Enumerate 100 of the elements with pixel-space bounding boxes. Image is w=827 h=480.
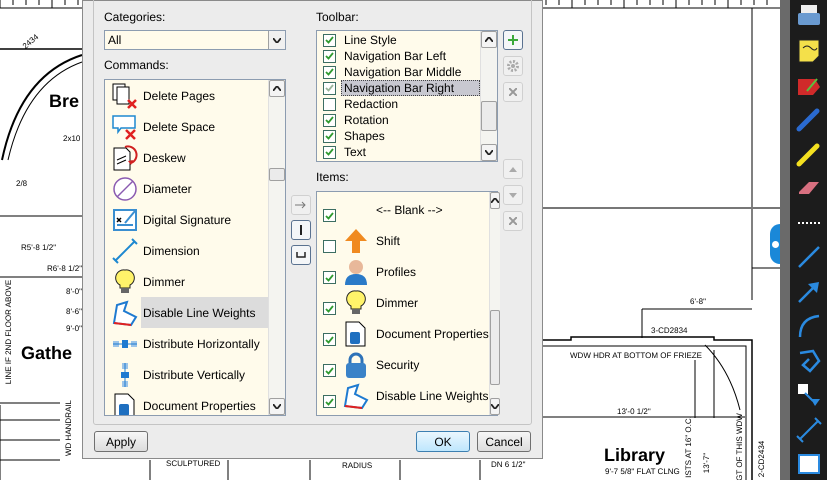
checkbox[interactable] [323,209,336,222]
toolbar-item[interactable]: Navigation Bar Right [341,80,480,96]
plan-annotation: DN 6 1/2" [491,461,526,469]
command-item[interactable]: Digital Signature [141,204,268,235]
command-item[interactable]: Document Properties [141,390,268,415]
toolbar-item[interactable]: Line Style [341,32,480,48]
scroll-thumb[interactable] [269,168,285,181]
plus-icon [508,35,518,45]
panel-handle[interactable] [770,224,780,264]
plan-annotation: 9'-0" [66,325,82,333]
checkbox[interactable] [323,364,336,377]
item-label[interactable]: Shift [376,232,400,250]
separator-button[interactable] [291,220,311,240]
diameter-icon [111,174,139,202]
plan-annotation: 8'-0" [66,288,82,296]
checkbox[interactable] [323,302,336,315]
caret-down-icon [273,38,281,42]
categories-label: Categories: [104,10,166,24]
scroll-up-button[interactable] [490,192,500,209]
toolbar-item[interactable]: Rotation [341,112,480,128]
item-label[interactable]: Dimmer [376,294,418,312]
space-icon [296,252,306,258]
command-item[interactable]: Disable Line Weights [141,297,268,328]
apply-button[interactable]: Apply [94,431,148,452]
plan-annotation: R6'-8 1/2" [47,265,82,273]
polygon-icon [111,298,139,326]
toolbar-item[interactable]: Navigation Bar Middle [341,64,480,80]
command-item[interactable]: Diameter [141,173,268,204]
checkbox[interactable] [323,146,336,158]
dimension-icon[interactable] [794,415,822,444]
item-label[interactable]: Security [376,356,420,374]
plan-annotation: 8'-6" [66,308,82,316]
dropdown-button[interactable] [268,31,285,49]
command-item[interactable]: Dimmer [141,266,268,297]
scroll-up-button[interactable] [481,31,497,48]
plan-annotation: R5'-8 1/2" [21,244,56,252]
checkbox[interactable] [323,66,336,78]
scroll-thumb[interactable] [490,310,500,385]
item-label[interactable]: Document Properties [376,324,489,342]
command-item[interactable]: Distribute Horizontally [141,328,268,359]
space-button[interactable] [291,245,311,265]
plan-annotation: SCULPTURED [166,460,220,468]
command-item[interactable]: Dimension [141,235,268,266]
toolbar-item[interactable]: Shapes [341,128,480,144]
item-label[interactable]: <-- Blank --> [376,200,443,218]
person-icon [342,258,370,286]
caret-down-icon [485,150,493,155]
checkbox[interactable] [323,34,336,46]
commands-label: Commands: [104,58,170,72]
command-item[interactable]: Distribute Vertically [141,359,268,390]
plan-annotation: LINE IF 2ND FLOOR ABOVE [5,280,14,384]
checkbox[interactable] [323,114,336,126]
checkbox[interactable] [323,98,336,110]
checkbox[interactable] [323,82,336,94]
distribute-horizontal-icon [113,340,137,348]
ok-button[interactable]: OK [416,431,470,452]
scroll-up-button[interactable] [269,80,285,97]
dimension-icon [111,236,139,264]
plan-annotation: 2-CD2434 [758,440,766,478]
distribute-vertical-icon [121,362,129,386]
checkbox[interactable] [323,240,336,253]
scroll-down-button[interactable] [269,398,285,415]
plan-annotation: 2x10 [63,135,80,143]
command-item[interactable]: Delete Pages [141,80,268,111]
plan-annotation: GT OF THIS WDW [736,413,744,480]
cancel-button[interactable]: Cancel [477,431,531,452]
toolbar-item[interactable]: Navigation Bar Left [341,48,480,64]
check-icon [325,398,334,406]
add-command-button[interactable] [291,195,311,215]
space-delete-icon [111,112,139,140]
gear-icon [506,59,520,73]
toolbar-item[interactable]: Redaction [341,96,480,112]
triangle-up-icon [509,166,517,172]
command-item[interactable]: Deskew [141,142,268,173]
checkbox[interactable] [323,395,336,408]
check-icon [325,212,334,220]
checkbox[interactable] [323,333,336,346]
item-label[interactable]: Profiles [376,262,416,280]
plan-annotation: 2/8 [16,180,28,188]
caret-down-icon [273,404,281,409]
check-icon [325,336,334,344]
category-dropdown[interactable]: All [104,30,286,50]
scrollbar[interactable] [268,80,285,415]
plan-annotation: 13'-7" [703,452,712,474]
item-label[interactable]: Disable Line Weights [376,386,489,404]
scrollbar[interactable] [488,192,500,415]
triangle-down-icon [509,192,517,198]
checkbox[interactable] [323,130,336,142]
scroll-thumb[interactable] [481,101,497,131]
plan-annotation: WD HANDRAIL [65,400,73,456]
plan-annotation: WDW HDR AT BOTTOM OF FRIEZE [570,352,702,360]
plan-annotation: ISTS AT 16" O.C. [684,416,693,478]
add-toolbar-button[interactable] [503,30,523,50]
scroll-down-button[interactable] [490,398,500,415]
toolbar-item[interactable]: Text [341,144,480,160]
scrollbar[interactable] [480,31,497,161]
checkbox[interactable] [323,50,336,62]
scroll-down-button[interactable] [481,144,497,161]
checkbox[interactable] [323,271,336,284]
command-item[interactable]: Delete Space [141,111,268,142]
